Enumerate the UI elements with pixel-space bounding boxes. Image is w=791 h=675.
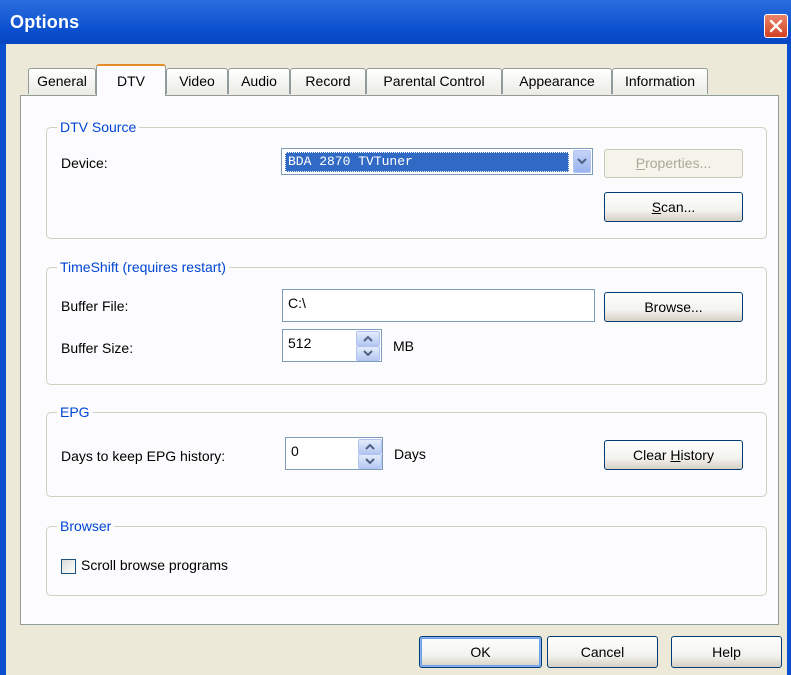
- scroll-browse-checkbox[interactable]: [61, 559, 76, 574]
- epg-days-label: Days to keep EPG history:: [61, 448, 226, 464]
- clear-history-accel: H: [670, 447, 681, 463]
- epg-group: EPG Days to keep EPG history: 0 Days Cle…: [46, 404, 767, 497]
- spin-up-button[interactable]: [358, 439, 382, 454]
- buffer-size-label: Buffer Size:: [61, 340, 134, 356]
- tab-record[interactable]: Record: [290, 68, 366, 94]
- device-dropdown-button[interactable]: [573, 150, 591, 173]
- chevron-up-icon: [363, 335, 373, 342]
- spin-down-button[interactable]: [356, 346, 380, 361]
- tab-label: Parental Control: [383, 73, 485, 89]
- properties-accel: P: [635, 155, 646, 171]
- epg-legend: EPG: [57, 404, 93, 420]
- tab-dtv[interactable]: DTV: [96, 64, 166, 96]
- properties-label: roperties...: [645, 155, 712, 171]
- tab-audio[interactable]: Audio: [228, 68, 290, 94]
- scroll-browse-label[interactable]: Scroll browse programs: [81, 557, 228, 573]
- chevron-down-icon: [577, 158, 587, 165]
- buffer-size-spinner[interactable]: [356, 331, 382, 361]
- scan-button[interactable]: Scan...: [604, 192, 743, 222]
- browser-group: Browser Scroll browse programs: [46, 518, 767, 596]
- dtv-source-group: DTV Source Device: BDA 2870 TVTuner Prop…: [46, 119, 767, 239]
- tab-label: Audio: [241, 73, 277, 89]
- spin-down-button[interactable]: [358, 454, 382, 469]
- scan-label: can...: [661, 199, 696, 215]
- tab-label: Record: [305, 73, 351, 89]
- tab-label: Appearance: [519, 73, 595, 89]
- tab-label: General: [37, 73, 87, 89]
- tab-label: DTV: [117, 73, 145, 89]
- tab-label: Video: [179, 73, 215, 89]
- properties-button[interactable]: Properties...: [604, 149, 743, 178]
- spin-up-button[interactable]: [356, 331, 380, 346]
- device-label: Device:: [61, 155, 108, 171]
- buffer-file-input[interactable]: C:\: [282, 289, 595, 322]
- tab-label: Information: [624, 73, 696, 89]
- device-selected-value: BDA 2870 TVTuner: [285, 152, 569, 172]
- epg-days-unit: Days: [394, 446, 426, 462]
- chevron-down-icon: [363, 350, 373, 357]
- clear-history-label-rest: istory: [680, 447, 714, 463]
- help-button[interactable]: Help: [671, 636, 782, 668]
- chevron-down-icon: [365, 458, 375, 465]
- dtv-tab-panel: DTV Source Device: BDA 2870 TVTuner Prop…: [20, 95, 779, 625]
- cancel-button[interactable]: Cancel: [547, 636, 658, 668]
- tab-parental-control[interactable]: Parental Control: [366, 68, 502, 94]
- title-bar[interactable]: Options: [0, 0, 791, 44]
- ok-button[interactable]: OK: [419, 636, 542, 668]
- buffer-file-label: Buffer File:: [61, 298, 129, 314]
- chevron-up-icon: [365, 443, 375, 450]
- buffer-size-unit: MB: [393, 338, 414, 354]
- close-button[interactable]: [764, 14, 788, 38]
- tab-appearance[interactable]: Appearance: [502, 68, 612, 94]
- scan-accel: S: [651, 199, 662, 215]
- window-title: Options: [10, 12, 80, 32]
- options-dialog: Options General DTV Video Audio Record P…: [0, 0, 791, 675]
- browser-legend: Browser: [57, 518, 115, 534]
- timeshift-group: TimeShift (requires restart) Buffer File…: [46, 259, 767, 385]
- browse-button[interactable]: Browse...: [604, 292, 743, 322]
- device-select[interactable]: BDA 2870 TVTuner: [281, 148, 593, 175]
- tab-information[interactable]: Information: [612, 68, 708, 94]
- tab-general[interactable]: General: [28, 68, 96, 94]
- epg-days-spinner[interactable]: [358, 439, 384, 469]
- timeshift-legend: TimeShift (requires restart): [57, 259, 229, 275]
- window-border-right: [787, 44, 791, 675]
- tab-video[interactable]: Video: [166, 68, 228, 94]
- clear-history-button[interactable]: Clear History: [604, 440, 743, 470]
- clear-history-label: Clear: [633, 447, 671, 463]
- dtv-source-legend: DTV Source: [57, 119, 140, 135]
- close-icon: [769, 19, 783, 33]
